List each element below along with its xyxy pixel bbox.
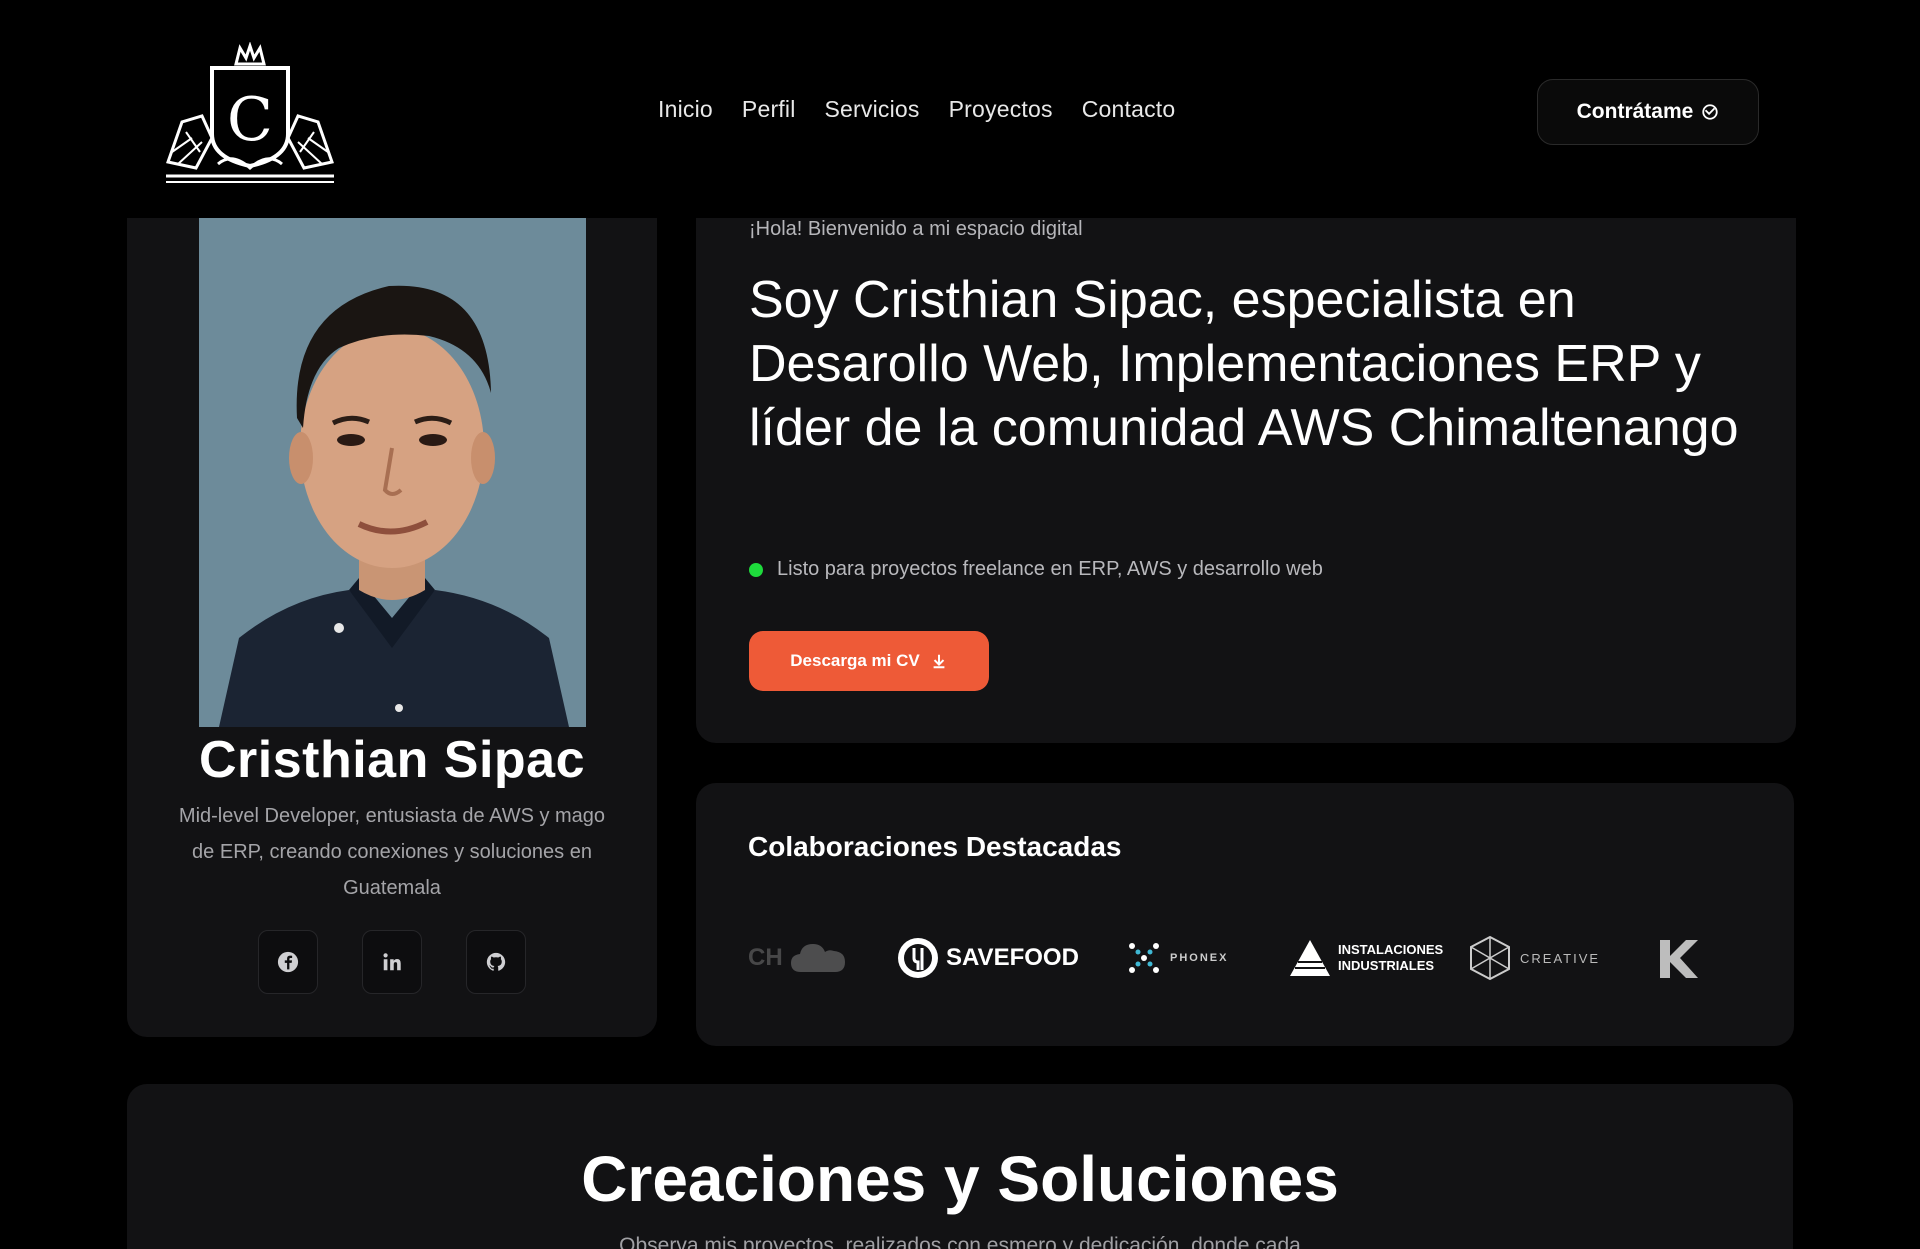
nav-contacto[interactable]: Contacto: [1082, 96, 1176, 123]
availability-status: Listo para proyectos freelance en ERP, A…: [749, 558, 1323, 581]
linkedin-icon: [383, 953, 401, 971]
partner-logo-creative: CREATIVE: [1466, 923, 1600, 993]
partner-logos: CH SAVEFOOD PHONEX INSTALACIONES INDUSTR…: [748, 923, 1748, 993]
phonex-icon: [1129, 943, 1159, 973]
partner-logo-k: [1654, 923, 1702, 993]
main-nav: Inicio Perfil Servicios Proyectos Contac…: [658, 96, 1175, 123]
site-header: C Inicio Perfil Servicios Proyectos Cont…: [0, 0, 1920, 218]
download-cv-label: Descarga mi CV: [790, 651, 920, 670]
partner-logo-savefood: SAVEFOOD: [896, 923, 1079, 993]
creations-subtitle: Observa mis proyectos, realizados con es…: [619, 1234, 1301, 1249]
creations-title: Creaciones y Soluciones: [581, 1143, 1339, 1215]
nav-inicio[interactable]: Inicio: [658, 96, 713, 123]
partner-logo-instalaciones: INSTALACIONES INDUSTRIALES: [1288, 923, 1443, 993]
partner-instalaciones-text: INSTALACIONES INDUSTRIALES: [1338, 942, 1444, 973]
download-icon: [933, 654, 945, 669]
nav-perfil[interactable]: Perfil: [742, 96, 796, 123]
profile-photo: [199, 218, 586, 727]
partner-ch-text: CH: [748, 944, 783, 971]
creative-hexagon-icon: [1470, 935, 1510, 981]
crest-logo[interactable]: C: [162, 41, 338, 184]
collaborations-title: Colaboraciones Destacadas: [748, 831, 1122, 862]
partner-logo-ch: CH: [748, 923, 849, 993]
collaborations-card: Colaboraciones Destacadas CH SAVEFOOD PH…: [696, 783, 1794, 1046]
availability-text: Listo para proyectos freelance en ERP, A…: [777, 558, 1323, 580]
github-icon: [486, 952, 506, 971]
github-link[interactable]: [466, 930, 526, 994]
cloud-icon: [790, 944, 845, 972]
hire-me-label: Contrátame: [1576, 100, 1694, 123]
hero-headline: Soy Cristhian Sipac, especialista en Des…: [749, 271, 1739, 457]
profile-bio: Mid-level Developer, entusiasta de AWS y…: [178, 805, 606, 899]
partner-savefood-text: SAVEFOOD: [946, 944, 1079, 971]
partner-phonex-text: PHONEX: [1170, 952, 1229, 964]
crest-logo-icon: C: [166, 41, 334, 183]
linkedin-link[interactable]: [362, 930, 422, 994]
hire-me-button[interactable]: Contrátame: [1537, 79, 1759, 145]
hero-card: ¡Hola! Bienvenido a mi espacio digital S…: [696, 190, 1796, 743]
k-logo-icon: [1660, 940, 1698, 978]
facebook-link[interactable]: [258, 930, 318, 994]
portrait-image: [199, 218, 586, 727]
facebook-icon: [277, 951, 299, 973]
nav-servicios[interactable]: Servicios: [825, 96, 920, 123]
profile-card: Cristhian Sipac Mid-level Developer, ent…: [127, 190, 657, 1037]
creations-section: Creaciones y Soluciones Observa mis proy…: [127, 1084, 1793, 1249]
greeting-text: ¡Hola! Bienvenido a mi espacio digital: [749, 218, 1083, 240]
partner-creative-text: CREATIVE: [1520, 950, 1601, 966]
social-links: [127, 930, 657, 994]
savefood-icon: [898, 938, 938, 978]
svg-text:C: C: [227, 85, 273, 155]
status-dot-icon: [749, 562, 763, 577]
partner-logo-phonex: PHONEX: [1124, 923, 1228, 993]
nav-proyectos[interactable]: Proyectos: [949, 96, 1053, 123]
handshake-icon: [1702, 104, 1718, 120]
download-cv-button[interactable]: Descarga mi CV: [749, 631, 989, 691]
profile-name: Cristhian Sipac: [198, 731, 586, 789]
industrial-pyramid-icon: [1290, 940, 1330, 976]
